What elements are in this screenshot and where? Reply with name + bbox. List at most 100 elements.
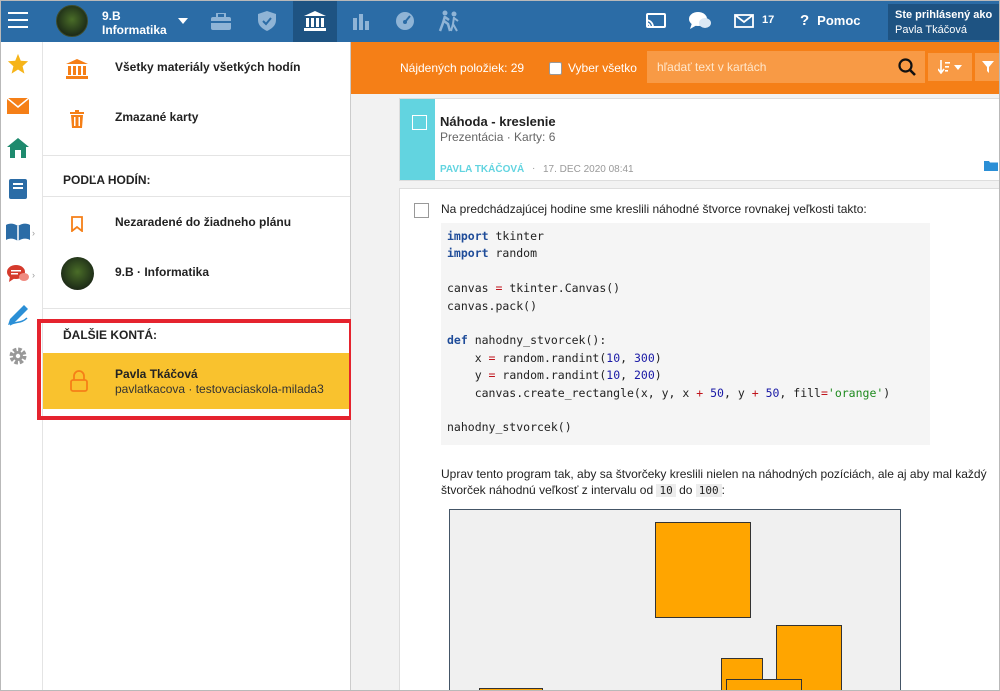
code-token: x [447,350,489,365]
code-line: x = random.randint(10, 300) [447,351,924,368]
help-label: Pomoc [817,13,861,28]
class-name: 9.B [102,9,121,23]
code-token: , fill [779,385,821,400]
logged-in-user-name: Pavla Tkáčová [895,24,967,36]
slide-checkbox[interactable] [414,203,429,218]
section-header-by-lessons: PODĽA HODÍN: [63,173,151,187]
menu-item-all-materials[interactable]: Všetky materiály všetkých hodín [43,45,350,91]
envelope-icon[interactable] [6,94,30,118]
bar-chart-icon[interactable] [339,0,383,42]
sort-icon [938,60,950,74]
code-token: canvas [447,281,496,296]
chat-icon[interactable] [678,0,722,42]
code-token: tkinter [488,229,544,243]
filter-bar: Nájdených položiek: 29 Vyber všetko [351,42,1000,94]
code-token: def [447,333,468,348]
chevron-right-icon: › [32,270,35,280]
menu-item-class[interactable]: 9.B · Informatika [43,250,350,296]
filter-button[interactable] [975,53,1000,81]
card-color-stripe [400,99,435,180]
card-separator: · [532,163,536,174]
walking-people-icon[interactable] [427,0,471,42]
code-token: ) [883,385,891,400]
menu-item-label: 9.B · Informatika [115,265,210,279]
notebook-icon[interactable] [6,177,30,201]
orange-square [726,679,802,691]
cast-icon[interactable] [634,0,678,42]
menu-item-label: Zmazané karty [115,110,199,124]
class-subject: Informatika [102,23,167,37]
class-avatar [56,5,88,37]
class-selector[interactable]: 9.B Informatika [56,5,196,37]
code-line: canvas.pack() [447,299,924,316]
code-token: 10 [606,350,621,365]
canvas-preview-image [449,509,901,691]
code-token: 'orange' [827,385,884,400]
code-token: random.randint( [495,350,607,365]
trash-icon [65,107,89,131]
class-avatar [61,257,94,290]
folder-icon[interactable] [984,160,998,171]
code-token: random.randint( [495,368,607,383]
inline-code-to: 100 [695,484,722,497]
code-token: ) [654,350,662,365]
select-all-checkbox[interactable] [549,62,562,75]
open-book-icon[interactable] [6,220,30,244]
menu-item-unassigned[interactable]: Nezaradené do žiadneho plánu [43,200,350,246]
menu-item-label: Všetky materiály všetkých hodín [115,60,301,74]
inline-code-from: 10 [656,484,676,497]
hamburger-menu-icon[interactable] [8,12,28,29]
code-token: , [620,350,634,365]
select-all-label[interactable]: Vyber všetko [568,61,637,75]
code-line: import random [447,246,924,263]
task-text: Uprav tento program tak, aby sa štvorček… [441,466,991,499]
code-token: , [620,368,634,383]
content-area: Náhoda - kreslenie Prezentácia · Karty: … [351,94,1000,691]
bank-icon [65,57,89,81]
red-highlight-frame [37,319,353,420]
card-checkbox[interactable] [412,115,427,130]
menu-item-label: Nezaradené do žiadneho plánu [115,215,292,229]
divider [43,308,350,309]
speedometer-icon[interactable] [383,0,427,42]
mail-icon[interactable] [722,0,766,42]
card-title[interactable]: Náhoda - kreslenie [440,114,556,129]
briefcase-icon[interactable] [199,0,243,42]
user-account-box[interactable]: Ste prihlásený ako Pavla Tkáčová [888,4,1000,40]
question-icon: ? [800,12,810,29]
code-line: canvas = tkinter.Canvas() [447,281,924,298]
code-token: ) [654,368,662,383]
orange-square [655,522,751,618]
code-token: random [488,246,538,261]
bank-icon[interactable] [293,0,337,42]
divider [43,155,350,156]
help-button[interactable]: ? Pomoc [800,12,861,29]
code-token: nahodny_stvorcek(): [467,333,607,348]
sort-button[interactable] [928,53,972,81]
search-icon[interactable] [898,58,916,76]
gear-icon[interactable] [6,344,30,368]
intro-text: Na predchádzajúcej hodine sme kreslili n… [441,202,867,216]
code-line: nahodny_stvorcek() [447,420,924,437]
divider [43,196,350,197]
material-card[interactable]: Náhoda - kreslenie Prezentácia · Karty: … [399,98,1000,181]
code-token: 200 [633,368,655,383]
code-token: tkinter.Canvas() [502,281,621,296]
card-author[interactable]: PAVLA TKÁČOVÁ [440,164,524,175]
pencil-icon[interactable] [6,303,30,327]
search-input[interactable] [647,51,925,83]
shield-icon[interactable] [245,0,289,42]
funnel-icon [981,61,994,73]
task-end: : [721,483,725,497]
discussion-icon[interactable] [6,262,30,286]
code-token: canvas.create_rectangle(x, y, x [447,385,697,400]
home-icon[interactable] [6,136,30,160]
found-items-count: Nájdených položiek: 29 [400,61,525,75]
star-icon[interactable] [6,52,30,76]
code-line: canvas.create_rectangle(x, y, x + 50, y … [447,386,924,403]
menu-item-deleted-cards[interactable]: Zmazané karty [43,95,350,141]
code-token: + [751,385,759,400]
code-token: = [820,385,828,400]
